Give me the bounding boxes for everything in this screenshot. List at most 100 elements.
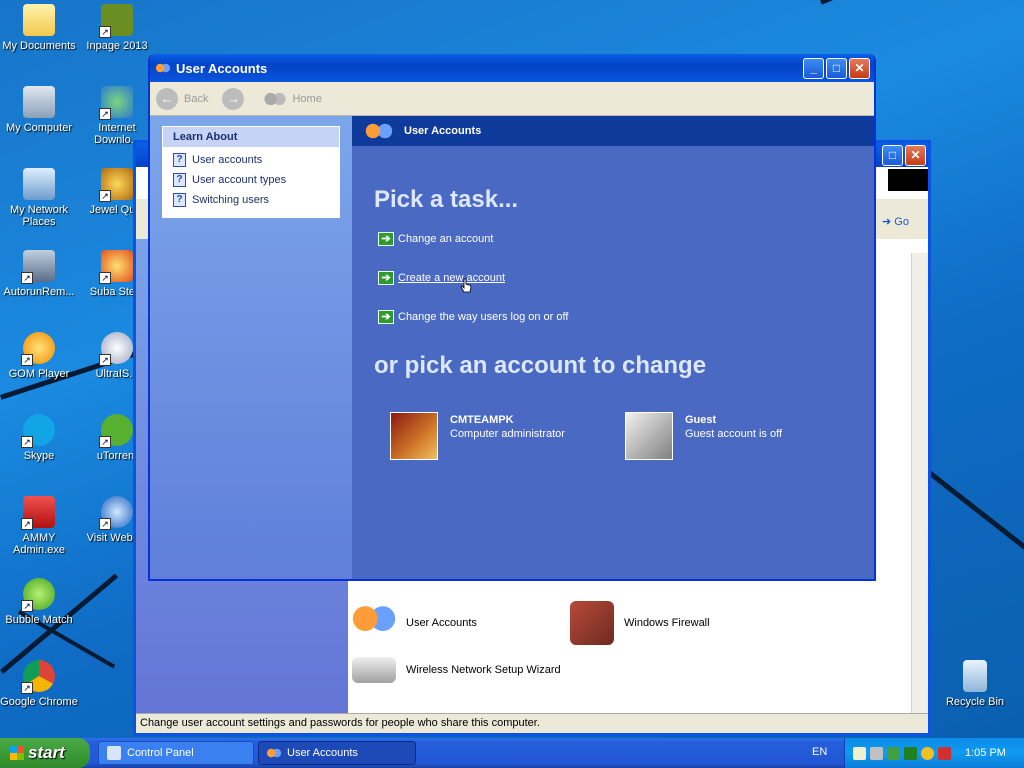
language-indicator[interactable]: EN [812, 746, 827, 758]
navigation-toolbar: ← Back → Home [150, 82, 874, 116]
desktop-icon-inpage[interactable]: ↗ Inpage 2013 [78, 4, 156, 52]
maximize-button[interactable]: □ [826, 57, 847, 79]
desktop-icon-internet-download[interactable]: ↗ Internet Downlo... [78, 86, 156, 146]
taskbar-item-label: User Accounts [287, 747, 358, 759]
go-button[interactable]: ➜ Go [882, 215, 909, 228]
chess-picture [390, 412, 438, 460]
clock[interactable]: 1:05 PM [965, 747, 1006, 759]
torrent-icon: ↗ [99, 414, 133, 448]
home-button[interactable]: Home [292, 93, 321, 105]
learn-link-user-accounts[interactable]: ? User accounts [173, 153, 329, 167]
taskbar-item-control-panel[interactable]: Control Panel [98, 741, 254, 765]
window-buttons: _ □ ✕ [803, 57, 874, 79]
help-icon: ? [173, 153, 186, 167]
main-pane: User Accounts Pick a task... ➔ Change an… [352, 116, 874, 579]
green-arrow-icon: ➔ [378, 271, 394, 285]
app-icon: ↗ [21, 250, 55, 284]
user-accounts-window[interactable]: User Accounts _ □ ✕ ← Back → Home Learn … [148, 54, 876, 581]
cp-item-user-accounts[interactable]: User Accounts [352, 601, 477, 645]
task-change-logon[interactable]: ➔ Change the way users log on or off [378, 310, 568, 324]
maximize-button[interactable]: □ [882, 145, 903, 166]
learn-link-switching-users[interactable]: ? Switching users [173, 193, 329, 207]
desktop-icon-chrome[interactable]: ↗ Google Chrome [0, 660, 78, 708]
control-panel-icon [107, 746, 121, 760]
learn-link-account-types[interactable]: ? User account types [173, 173, 329, 187]
forward-arrow-icon[interactable]: → [222, 87, 245, 110]
help-icon: ? [173, 193, 186, 207]
taskbar-item-user-accounts[interactable]: User Accounts [258, 741, 416, 765]
main-header: User Accounts [352, 116, 874, 146]
tray-icon[interactable] [904, 746, 917, 760]
user-accounts-icon [267, 746, 281, 760]
skype-icon: ↗ [21, 414, 55, 448]
control-panel-window-buttons: □ ✕ [882, 145, 926, 166]
desktop-icon-gom[interactable]: ↗ GOM Player [0, 332, 78, 380]
game-icon: ↗ [21, 578, 55, 612]
tray-icon[interactable] [870, 746, 883, 760]
account-cmteampk[interactable]: CMTEAMPK Computer administrator [390, 412, 565, 460]
folder-icon [23, 4, 55, 36]
learn-about-links: ? User accounts ? User account types ? S… [163, 147, 339, 217]
learn-link-label: User accounts [192, 154, 263, 166]
desktop-icon-my-documents[interactable]: My Documents [0, 4, 78, 52]
green-arrow-icon: ➔ [378, 232, 394, 246]
desktop-icon-skype[interactable]: ↗ Skype [0, 414, 78, 462]
download-icon: ↗ [99, 86, 133, 120]
close-button[interactable]: ✕ [849, 57, 870, 79]
tray-icon[interactable] [853, 746, 866, 760]
desktop-icon-recycle-bin[interactable]: Recycle Bin [936, 660, 1014, 708]
back-button[interactable]: Back [184, 93, 208, 105]
app-icon: ↗ [99, 4, 133, 38]
learn-about-box: Learn About ? User accounts ? User accou… [162, 126, 340, 218]
account-name: CMTEAMPK [450, 414, 514, 426]
control-panel-scrollbar[interactable] [911, 253, 928, 713]
start-label: start [28, 743, 65, 762]
desktop-icon-label: Google Chrome [0, 696, 78, 708]
desktop-icon-label: Bubble Match [5, 614, 73, 626]
tray-icon[interactable] [938, 746, 951, 760]
cp-item-wireless-wizard[interactable]: Wireless Network Setup Wizard [352, 657, 561, 683]
account-description: Computer administrator [450, 428, 565, 440]
desktop-icon-autorun[interactable]: ↗ AutorunRem... [0, 250, 78, 298]
window-title: User Accounts [176, 60, 268, 76]
learn-about-heading: Learn About [163, 127, 339, 147]
desktop-icon-label: UltraIS... [95, 368, 139, 380]
desktop-icon-label: My Documents [2, 40, 76, 52]
game-icon: ↗ [99, 250, 133, 284]
desktop-icon-bubble-match[interactable]: ↗ Bubble Match [0, 578, 78, 626]
desktop-icon-label: Recycle Bin [945, 696, 1005, 708]
close-button[interactable]: ✕ [905, 145, 926, 166]
media-icon: ↗ [21, 332, 55, 366]
minimize-button[interactable]: _ [803, 57, 824, 79]
task-create-account[interactable]: ➔ Create a new account [378, 271, 505, 285]
help-icon: ? [173, 173, 186, 187]
desktop-icon-label: uTorrent [96, 450, 138, 462]
back-arrow-icon[interactable]: ← [156, 87, 178, 110]
web-icon: ↗ [99, 496, 133, 530]
desktop-icon-label: Inpage 2013 [86, 40, 148, 52]
desktop-icon-label: My Computer [5, 122, 73, 134]
cp-item-windows-firewall[interactable]: Windows Firewall [570, 601, 710, 645]
tray-icon[interactable] [887, 746, 900, 760]
cp-item-label: Windows Firewall [624, 617, 710, 629]
recycle-bin-icon [963, 660, 987, 692]
green-arrow-icon: ➔ [378, 310, 394, 324]
desktop-icon-label: GOM Player [8, 368, 70, 380]
tray-icon[interactable] [921, 746, 934, 760]
task-label: Create a new account [398, 272, 506, 284]
windows-logo-throbber [888, 169, 928, 191]
task-change-account[interactable]: ➔ Change an account [378, 232, 493, 246]
network-icon [23, 168, 55, 200]
user-accounts-icon [156, 61, 170, 75]
account-guest[interactable]: Guest Guest account is off [625, 412, 782, 460]
desktop-icon-my-computer[interactable]: My Computer [0, 86, 78, 134]
hand-cursor-icon [460, 278, 472, 293]
desktop-icon-network[interactable]: My Network Places [0, 168, 78, 228]
taskbar-item-label: Control Panel [127, 747, 194, 759]
desktop-icon-label: My Network Places [9, 204, 69, 228]
start-button[interactable]: start [0, 738, 90, 768]
user-accounts-icon [364, 120, 394, 142]
desktop-icon-ammy[interactable]: ↗ AMMY Admin.exe [0, 496, 78, 556]
computer-icon [23, 86, 55, 118]
user-accounts-titlebar[interactable]: User Accounts _ □ ✕ [150, 54, 874, 82]
